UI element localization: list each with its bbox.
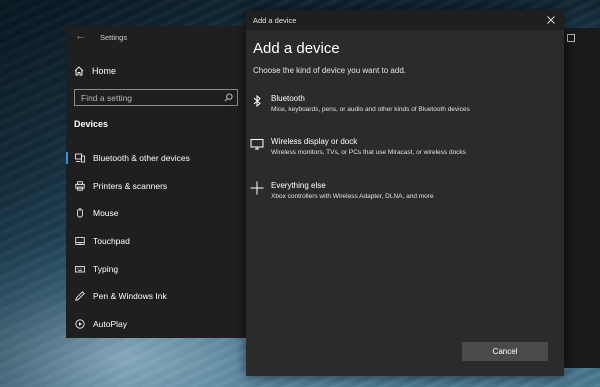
plus-icon [250,181,264,195]
mouse-icon [75,208,85,218]
nav-item-label: Printers & scanners [93,180,168,191]
search-input[interactable] [75,90,223,105]
option-description: Mice, keyboards, pens, or audio and othe… [271,106,470,113]
search-box[interactable] [74,89,238,106]
autoplay-icon [75,319,85,329]
option-wireless-display-dock[interactable]: Wireless display or dock Wireless monito… [246,137,564,171]
dialog-heading: Add a device [253,40,340,57]
dialog-subtitle: Choose the kind of device you want to ad… [253,66,406,75]
back-arrow-icon[interactable]: ← [75,30,86,42]
option-everything-else[interactable]: Everything else Xbox controllers with Wi… [246,181,564,215]
touchpad-icon [75,236,85,246]
nav-item-label: Mouse [93,208,119,219]
maximize-icon[interactable] [567,34,575,42]
devices-nav-list: Bluetooth & other devices Printers & sca… [66,144,246,338]
nav-home[interactable]: Home [74,64,116,78]
nav-item-label: Touchpad [93,235,130,246]
nav-item-autoplay[interactable]: AutoPlay [66,310,246,338]
option-description: Xbox controllers with Wireless Adapter, … [271,193,434,200]
nav-item-label: AutoPlay [93,318,128,329]
nav-item-touchpad[interactable]: Touchpad [66,227,246,255]
pen-icon [75,291,85,302]
add-device-dialog: Add a device Add a device Choose the kin… [246,10,564,376]
keyboard-icon [75,264,85,274]
search-icon[interactable] [224,93,233,102]
monitor-icon [250,137,264,151]
background-window[interactable] [562,28,600,368]
option-name: Everything else [271,181,326,190]
settings-window: ← Settings Home Devices Bluetooth & othe… [66,26,246,338]
nav-item-label: Bluetooth & other devices [93,152,190,163]
nav-home-label: Home [92,66,117,76]
nav-item-mouse[interactable]: Mouse [66,199,246,227]
nav-item-printers-scanners[interactable]: Printers & scanners [66,172,246,200]
option-name: Wireless display or dock [271,137,358,146]
printer-icon [75,180,85,191]
dialog-titlebar[interactable]: Add a device [246,10,564,30]
nav-item-typing[interactable]: Typing [66,255,246,283]
cancel-button[interactable]: Cancel [462,342,548,361]
bluetooth-devices-icon [75,153,85,163]
option-bluetooth[interactable]: Bluetooth Mice, keyboards, pens, or audi… [246,94,564,128]
close-icon[interactable] [544,13,558,27]
nav-item-label: Pen & Windows Ink [93,291,167,302]
bluetooth-icon [250,94,264,108]
option-name: Bluetooth [271,94,305,103]
nav-item-label: Typing [93,263,119,274]
dialog-window-title: Add a device [253,16,297,25]
settings-titlebar[interactable]: ← Settings [66,26,246,50]
nav-item-pen-windows-ink[interactable]: Pen & Windows Ink [66,282,246,310]
settings-window-title: Settings [100,33,128,42]
nav-item-bluetooth-other-devices[interactable]: Bluetooth & other devices [66,144,246,172]
option-description: Wireless monitors, TVs, or PCs that use … [271,149,466,156]
section-heading: Devices [74,119,109,129]
home-icon [74,66,84,76]
